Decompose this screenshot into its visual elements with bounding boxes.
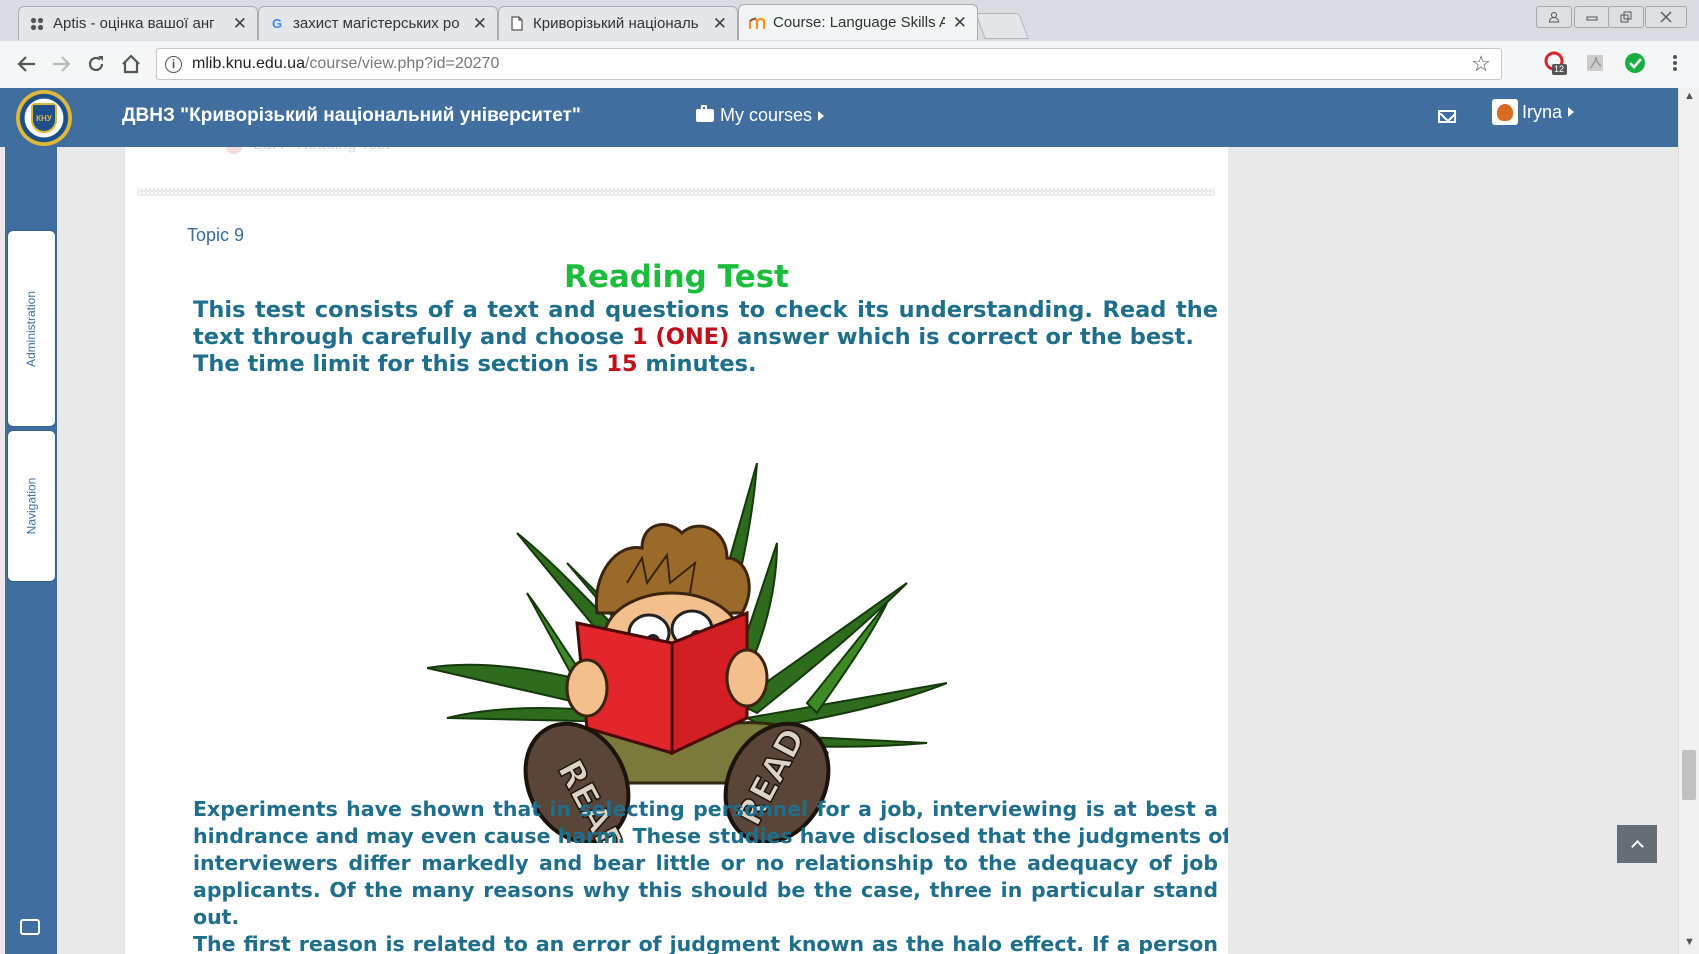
- caret-right-icon: [1568, 107, 1575, 117]
- tab-title: Aptis - оцінка вашої анг: [53, 15, 215, 32]
- apps-icon: [29, 16, 45, 32]
- window-close-icon[interactable]: [1645, 6, 1687, 28]
- home-button[interactable]: [118, 51, 144, 77]
- back-to-top-button[interactable]: [1617, 825, 1657, 863]
- reading-text-line: interviewers differ markedly and bear li…: [193, 851, 1218, 875]
- minimize-icon[interactable]: [1574, 6, 1610, 28]
- navigation-label: Navigation: [24, 477, 39, 535]
- reading-text-line: out.: [193, 905, 240, 929]
- info-icon[interactable]: i: [165, 55, 182, 73]
- extension-badge: 12: [1554, 64, 1565, 74]
- user-menu[interactable]: Iryna: [1492, 99, 1575, 125]
- user-name: Iryna: [1522, 101, 1563, 122]
- browser-toolbar: i mlib.knu.edu.ua/course/view.php?id=202…: [0, 41, 1699, 89]
- close-icon[interactable]: ✕: [713, 14, 727, 34]
- extension-pdf-icon[interactable]: [1583, 51, 1607, 75]
- extension-check-icon[interactable]: [1623, 51, 1647, 75]
- site-title[interactable]: ДВНЗ "Криворізький національний універси…: [122, 105, 581, 127]
- browser-tab-google[interactable]: G захист магістерських ро ✕: [258, 6, 498, 40]
- block-dock: Administration Navigation: [5, 147, 57, 954]
- intro-line-3: The time limit for this section is 15 mi…: [193, 351, 1218, 377]
- forward-button[interactable]: [48, 51, 74, 77]
- browser-tab-course[interactable]: Course: Language Skills A ✕: [738, 4, 978, 40]
- scrollbar-thumb[interactable]: [1682, 750, 1696, 800]
- bookmark-star-icon[interactable]: ☆: [1471, 51, 1491, 77]
- briefcase-icon: [696, 105, 714, 122]
- reading-text-line: The first reason is related to an error …: [193, 932, 1218, 954]
- moodle-icon: [749, 15, 765, 31]
- site-header: КНУ ДВНЗ "Криворізький національний унів…: [0, 88, 1678, 147]
- my-courses-menu[interactable]: My courses: [696, 105, 825, 126]
- caret-right-icon: [818, 110, 825, 121]
- web-page: LSA - Reading Test Topic 9 Reading Test …: [0, 88, 1699, 954]
- intro-text: text through carefully and choose: [193, 324, 632, 350]
- reading-boy-illustration: READ READ: [427, 463, 947, 843]
- dock-toggle-icon[interactable]: [20, 919, 40, 935]
- page-scrollbar[interactable]: ▲ ▼: [1678, 88, 1699, 954]
- scroll-up-arrow-icon[interactable]: ▲: [1684, 90, 1695, 102]
- intro-line-1: This test consists of a text and questio…: [193, 297, 1218, 323]
- new-tab-button[interactable]: [975, 13, 1029, 39]
- intro-text: minutes.: [637, 351, 757, 377]
- extension-opera-icon[interactable]: 12: [1543, 51, 1567, 75]
- intro-line-2: text through carefully and choose 1 (ONE…: [193, 324, 1218, 350]
- avatar: [1492, 99, 1518, 125]
- reading-text-line: applicants. Of the many reasons why this…: [193, 878, 1218, 902]
- answer-count-highlight: 1 (ONE): [631, 324, 730, 350]
- intro-text: The time limit for this section is: [193, 351, 607, 377]
- tab-title: Course: Language Skills A: [773, 14, 945, 31]
- url-path: /course/view.php?id=20270: [304, 55, 500, 72]
- intro-text: answer which is correct or the best.: [729, 324, 1194, 350]
- close-icon[interactable]: ✕: [233, 14, 247, 34]
- reload-button[interactable]: [83, 51, 109, 77]
- restore-icon[interactable]: [1608, 6, 1644, 28]
- browser-tab-aptis[interactable]: Aptis - оцінка вашої анг ✕: [18, 6, 258, 40]
- address-bar[interactable]: i mlib.knu.edu.ua/course/view.php?id=202…: [156, 48, 1502, 80]
- scroll-down-arrow-icon[interactable]: ▼: [1684, 936, 1695, 948]
- url-host: mlib.knu.edu.ua: [192, 55, 305, 72]
- document-icon: [509, 16, 525, 32]
- browser-menu-icon[interactable]: [1663, 51, 1687, 75]
- reading-text-line: hindrance and may even cause harm. These…: [193, 824, 1232, 848]
- administration-label: Administration: [24, 290, 39, 367]
- back-button[interactable]: [14, 51, 40, 77]
- reading-text-line: Experiments have shown that in selecting…: [193, 797, 1218, 821]
- course-content: LSA - Reading Test Topic 9 Reading Test …: [124, 136, 1232, 954]
- logo-emblem: КНУ: [31, 103, 57, 133]
- profile-icon[interactable]: [1536, 6, 1572, 28]
- administration-block-tab[interactable]: Administration: [8, 231, 55, 426]
- section-separator: [137, 188, 1215, 196]
- browser-tab-university[interactable]: Криворізький національ ✕: [498, 6, 738, 40]
- page-title: Reading Test: [563, 259, 789, 295]
- time-limit-highlight: 15: [606, 351, 638, 377]
- browser-tab-bar: Aptis - оцінка вашої анг ✕ G захист магі…: [0, 0, 1699, 42]
- my-courses-label: My courses: [720, 105, 813, 125]
- mail-icon[interactable]: [1438, 110, 1456, 123]
- close-icon[interactable]: ✕: [473, 14, 487, 34]
- google-icon: G: [271, 16, 283, 31]
- right-block-region: [1228, 147, 1632, 954]
- close-icon[interactable]: ✕: [953, 13, 967, 33]
- tab-title: захист магістерських ро: [293, 15, 460, 32]
- university-logo[interactable]: КНУ: [16, 90, 72, 146]
- tab-title: Криворізький національ: [533, 15, 699, 32]
- topic-heading: Topic 9: [187, 225, 245, 245]
- navigation-block-tab[interactable]: Navigation: [8, 431, 55, 581]
